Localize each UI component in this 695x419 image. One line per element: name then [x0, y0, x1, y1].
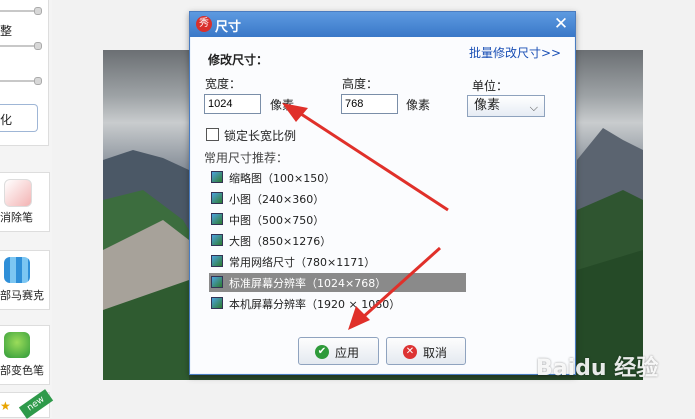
watermark-logo: Baidu 经验 [536, 356, 659, 381]
arrow-head-1 [282, 103, 308, 122]
arrow-head-2 [348, 306, 370, 330]
arrow-to-apply-button [360, 246, 442, 320]
arrow-to-width-input [297, 110, 449, 212]
